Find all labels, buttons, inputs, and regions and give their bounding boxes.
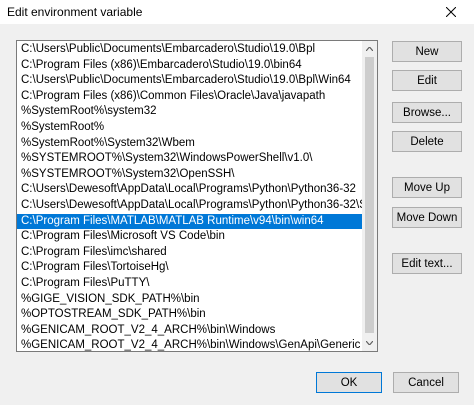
delete-button[interactable]: Delete xyxy=(392,131,462,152)
cancel-button[interactable]: Cancel xyxy=(393,372,459,393)
list-item[interactable]: C:\Program Files\imc\shared xyxy=(17,245,364,261)
list-item[interactable]: %SystemRoot%\system32 xyxy=(17,104,364,120)
window-title: Edit environment variable xyxy=(7,5,143,19)
scroll-down-button[interactable] xyxy=(362,335,377,351)
list-item[interactable]: C:\Users\Public\Documents\Embarcadero\St… xyxy=(17,42,364,58)
new-button[interactable]: New xyxy=(392,41,462,62)
vertical-scrollbar[interactable] xyxy=(362,41,377,351)
list-item[interactable]: C:\Program Files\MATLAB\MATLAB Runtime\v… xyxy=(17,213,364,230)
list-item[interactable]: C:\Program Files\PuTTY\ xyxy=(17,276,364,292)
list-item[interactable]: %OPTOSTREAM_SDK_PATH%\bin xyxy=(17,307,364,323)
browse-button[interactable]: Browse... xyxy=(392,102,462,123)
chevron-down-icon xyxy=(366,341,373,345)
list-item[interactable]: C:\Program Files\TortoiseHg\ xyxy=(17,260,364,276)
move-down-button[interactable]: Move Down xyxy=(392,207,462,228)
edit-button[interactable]: Edit xyxy=(392,70,462,91)
list-item[interactable]: %GENICAM_ROOT_V2_4_ARCH%\bin\Windows\Gen… xyxy=(17,338,364,351)
list-item[interactable]: %GENICAM_ROOT_V2_4_ARCH%\bin\Windows xyxy=(17,323,364,339)
list-item[interactable]: %SystemRoot% xyxy=(17,120,364,136)
edit-text-button[interactable]: Edit text... xyxy=(392,253,462,274)
close-icon xyxy=(446,7,456,17)
path-list[interactable]: C:\Users\Public\Documents\Embarcadero\St… xyxy=(16,40,378,352)
list-item[interactable]: %SYSTEMROOT%\System32\WindowsPowerShell\… xyxy=(17,151,364,167)
list-item[interactable]: C:\Program Files (x86)\Common Files\Orac… xyxy=(17,89,364,105)
list-item[interactable]: C:\Users\Public\Documents\Embarcadero\St… xyxy=(17,73,364,89)
title-bar[interactable]: Edit environment variable xyxy=(0,0,474,24)
list-item[interactable]: C:\Users\Dewesoft\AppData\Local\Programs… xyxy=(17,198,364,214)
chevron-up-icon xyxy=(366,47,373,51)
edit-environment-variable-dialog: Edit environment variable C:\Users\Publi… xyxy=(0,0,474,405)
scrollbar-thumb[interactable] xyxy=(365,57,374,333)
list-item[interactable]: C:\Users\Dewesoft\AppData\Local\Programs… xyxy=(17,182,364,198)
list-item[interactable]: C:\Program Files\Microsoft VS Code\bin xyxy=(17,229,364,245)
list-item[interactable]: %SystemRoot%\System32\Wbem xyxy=(17,136,364,152)
close-button[interactable] xyxy=(428,0,474,24)
move-up-button[interactable]: Move Up xyxy=(392,177,462,198)
list-item[interactable]: %SYSTEMROOT%\System32\OpenSSH\ xyxy=(17,167,364,183)
list-item[interactable]: C:\Program Files (x86)\Embarcadero\Studi… xyxy=(17,58,364,74)
ok-button[interactable]: OK xyxy=(316,372,382,393)
path-list-rows: C:\Users\Public\Documents\Embarcadero\St… xyxy=(17,42,364,351)
list-item[interactable]: %GIGE_VISION_SDK_PATH%\bin xyxy=(17,292,364,308)
scroll-up-button[interactable] xyxy=(362,41,377,57)
